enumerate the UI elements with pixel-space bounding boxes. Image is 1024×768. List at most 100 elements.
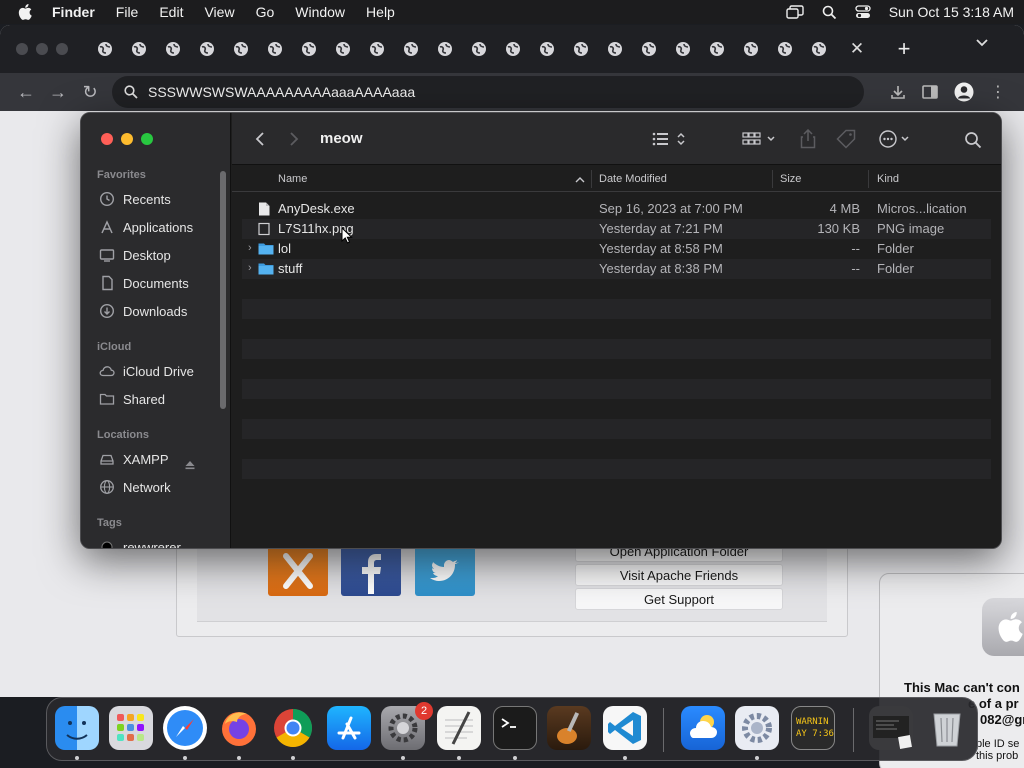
finder-dock-icon[interactable] (55, 706, 99, 750)
profile-avatar-icon[interactable] (954, 82, 974, 102)
browser-tab[interactable] (462, 32, 496, 66)
sidebar-item-recents[interactable]: Recents (99, 191, 171, 207)
browser-tab[interactable] (802, 32, 836, 66)
facebook-icon[interactable] (341, 546, 401, 596)
browser-tab[interactable] (734, 32, 768, 66)
tab-search-chevron-icon[interactable] (976, 39, 988, 47)
browser-tab[interactable] (122, 32, 156, 66)
twitter-icon[interactable] (415, 546, 475, 596)
menu-file[interactable]: File (116, 4, 139, 20)
new-tab-button[interactable]: + (890, 36, 918, 62)
firefox-dock-icon[interactable] (217, 706, 261, 750)
control-center-icon[interactable] (855, 5, 871, 19)
sidebar-item-tag[interactable]: rewwrerer (99, 539, 181, 548)
more-actions-icon[interactable] (878, 129, 914, 149)
download-icon[interactable] (890, 84, 906, 100)
search-icon[interactable] (964, 131, 982, 149)
browser-tab[interactable] (700, 32, 734, 66)
sidebar-item-desktop[interactable]: Desktop (99, 247, 171, 263)
safari-dock-icon[interactable] (163, 706, 207, 750)
sidebar-item-downloads[interactable]: Downloads (99, 303, 187, 319)
browser-tab[interactable] (530, 32, 564, 66)
vscode-dock-icon[interactable] (603, 706, 647, 750)
menu-help[interactable]: Help (366, 4, 395, 20)
browser-tab[interactable] (224, 32, 258, 66)
browser-minimize-button[interactable] (36, 43, 48, 55)
finder-minimize-button[interactable] (121, 133, 133, 145)
launchpad-dock-icon[interactable] (109, 706, 153, 750)
apple-icon[interactable] (18, 3, 34, 21)
textedit-dock-icon[interactable] (437, 706, 481, 750)
sidebar-item-shared[interactable]: Shared (99, 391, 165, 407)
forward-arrow-icon[interactable]: → (42, 82, 74, 103)
column-date-modified[interactable]: Date Modified (599, 173, 667, 185)
get-support-button[interactable]: Get Support (575, 588, 783, 610)
app-store-dock-icon[interactable] (327, 706, 371, 750)
file-row-png[interactable]: L7S11hx.png Yesterday at 7:21 PM 130 KB … (242, 219, 991, 239)
chrome-dock-icon[interactable] (271, 706, 315, 750)
sidebar-item-network[interactable]: Network (99, 479, 171, 495)
disclosure-triangle-icon[interactable]: › (248, 262, 252, 274)
column-separator[interactable] (868, 170, 869, 188)
browser-tab[interactable] (666, 32, 700, 66)
tag-icon[interactable] (836, 129, 856, 149)
browser-tab[interactable] (428, 32, 462, 66)
menu-go[interactable]: Go (256, 4, 275, 20)
share-icon[interactable] (800, 129, 816, 149)
browser-zoom-button[interactable] (56, 43, 68, 55)
menu-app-finder[interactable]: Finder (52, 4, 95, 20)
browser-tab[interactable] (156, 32, 190, 66)
browser-tab[interactable] (632, 32, 666, 66)
browser-tab[interactable] (768, 32, 802, 66)
column-size[interactable]: Size (780, 173, 801, 185)
garageband-dock-icon[interactable] (547, 706, 591, 750)
menubar-clock[interactable]: Sun Oct 15 3:18 AM (889, 4, 1014, 20)
file-row-stuff[interactable]: › stuff Yesterday at 8:38 PM -- Folder (242, 259, 991, 279)
side-panel-icon[interactable] (922, 85, 938, 99)
column-separator[interactable] (772, 170, 773, 188)
eject-icon[interactable] (184, 459, 196, 471)
file-row-anydesk[interactable]: AnyDesk.exe Sep 16, 2023 at 7:00 PM 4 MB… (242, 199, 991, 219)
menu-view[interactable]: View (204, 4, 234, 20)
list-view-icon[interactable] (652, 131, 688, 147)
trash-dock-icon[interactable] (925, 706, 969, 750)
weather-dock-icon[interactable] (681, 706, 725, 750)
browser-tab[interactable] (598, 32, 632, 66)
browser-tab[interactable] (292, 32, 326, 66)
reload-icon[interactable]: ↻ (74, 82, 106, 103)
browser-menu-icon[interactable]: ⋮ (990, 82, 1006, 102)
spotlight-search-icon[interactable] (822, 5, 837, 20)
browser-tab[interactable] (326, 32, 360, 66)
file-row-lol[interactable]: › lol Yesterday at 8:58 PM -- Folder (242, 239, 991, 259)
finder-close-button[interactable] (101, 133, 113, 145)
browser-tab[interactable] (394, 32, 428, 66)
back-chevron-icon[interactable] (254, 131, 266, 147)
sidebar-item-xampp[interactable]: XAMPP (99, 451, 169, 467)
menu-window[interactable]: Window (295, 4, 345, 20)
disclosure-triangle-icon[interactable]: › (248, 242, 252, 254)
column-kind[interactable]: Kind (877, 173, 899, 185)
back-arrow-icon[interactable]: ← (10, 82, 42, 103)
recent-window-dock-icon[interactable] (869, 706, 913, 750)
console-dock-icon[interactable]: WARNIN AY 7:36 (791, 706, 835, 750)
visit-apache-friends-button[interactable]: Visit Apache Friends (575, 564, 783, 586)
sidebar-item-applications[interactable]: Applications (99, 219, 193, 235)
column-name[interactable]: Name (278, 173, 307, 185)
browser-tab[interactable] (360, 32, 394, 66)
screen-mirroring-icon[interactable] (786, 5, 804, 19)
browser-tab[interactable] (564, 32, 598, 66)
xampp-logo-icon[interactable] (268, 546, 328, 596)
sidebar-scrollbar[interactable] (220, 171, 226, 409)
browser-tab[interactable] (88, 32, 122, 66)
finder-zoom-button[interactable] (141, 133, 153, 145)
column-separator[interactable] (591, 170, 592, 188)
forward-chevron-icon[interactable] (288, 131, 300, 147)
sidebar-item-icloud-drive[interactable]: iCloud Drive (99, 363, 194, 379)
sort-ascending-chevron-icon[interactable] (575, 176, 585, 183)
browser-tab[interactable] (190, 32, 224, 66)
browser-close-button[interactable] (16, 43, 28, 55)
browser-tab[interactable] (258, 32, 292, 66)
sidebar-item-documents[interactable]: Documents (99, 275, 189, 291)
preferences-gear-dock-icon[interactable] (735, 706, 779, 750)
group-grid-icon[interactable] (742, 131, 778, 147)
